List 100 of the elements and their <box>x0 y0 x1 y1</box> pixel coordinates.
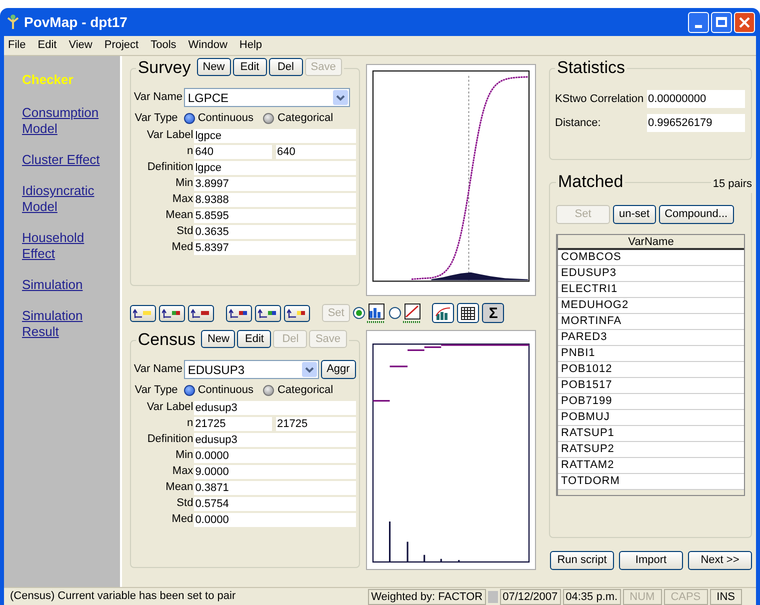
sidebar-link[interactable]: Simulation <box>22 277 108 293</box>
list-row[interactable]: PNBI1 <box>558 346 744 362</box>
value-field[interactable]: lgpce <box>194 128 356 142</box>
list-row[interactable]: ELECTRI1 <box>558 282 744 298</box>
value-field[interactable]: 0.996526179 <box>647 114 745 132</box>
value-field[interactable]: 0.00000000 <box>647 90 745 108</box>
value-field[interactable]: 21725 <box>276 416 356 430</box>
menu-item[interactable]: Edit <box>38 37 57 54</box>
var-name-dropdown[interactable]: EDUSUP3 <box>184 360 319 379</box>
matched-button[interactable]: un-set <box>613 204 656 224</box>
sidebar-link[interactable]: Consumption Model <box>22 105 108 137</box>
panel-button[interactable]: New <box>196 58 231 76</box>
pair-count: 15 pairs <box>710 176 752 192</box>
chevron-icon <box>332 90 348 105</box>
toolbar-button[interactable] <box>254 304 281 322</box>
var-name-dropdown[interactable]: LGPCE <box>184 88 350 107</box>
menu-item[interactable]: Help <box>239 37 262 54</box>
field-label: Var Type <box>134 111 179 126</box>
value-field[interactable]: edusup3 <box>194 400 356 414</box>
value-field[interactable]: 5.8397 <box>194 240 356 254</box>
radio-button[interactable] <box>184 112 195 124</box>
sidebar-link[interactable]: Idiosyncratic Model <box>22 183 108 215</box>
menu-item[interactable]: Tools <box>150 37 176 54</box>
radio-button[interactable] <box>263 112 274 124</box>
menu-item[interactable]: File <box>8 37 26 54</box>
matched-button[interactable]: Compound... <box>658 204 734 224</box>
value-field[interactable]: 0.5754 <box>194 496 356 510</box>
value-field[interactable]: 9.0000 <box>194 464 356 478</box>
field-label: Var Label <box>146 128 194 144</box>
value-field[interactable]: 21725 <box>194 416 272 430</box>
field-label: Mean <box>164 480 194 496</box>
radio-button[interactable] <box>263 384 274 396</box>
close-button[interactable] <box>734 12 755 32</box>
status-time: 04:35 p.m. <box>562 588 621 604</box>
field-label: Mean <box>164 208 194 224</box>
arrow-squares-icon <box>162 308 182 318</box>
menu-item[interactable]: Window <box>188 37 228 54</box>
value-field[interactable]: 640 <box>276 144 356 158</box>
chart-button[interactable] <box>432 303 454 323</box>
list-row[interactable]: COMBCOS <box>558 250 744 266</box>
list-row[interactable]: RATSUP2 <box>558 442 744 458</box>
field-label: Max <box>171 192 194 208</box>
status-message: (Census) Current variable has been set to pair <box>9 589 237 604</box>
sum-button[interactable]: Σ <box>482 303 504 323</box>
action-button[interactable]: Next >> <box>688 551 752 570</box>
value-field[interactable]: 0.3635 <box>194 224 356 238</box>
value-field[interactable]: 0.0000 <box>194 512 356 526</box>
field-label: Min <box>174 176 194 192</box>
list-row[interactable]: PARED3 <box>558 330 744 346</box>
menu-item[interactable]: Project <box>104 37 139 54</box>
aggr-button[interactable]: Aggr <box>320 360 356 379</box>
list-row[interactable]: POBMUJ <box>558 410 744 426</box>
list-row[interactable]: MEDUHOG2 <box>558 298 744 314</box>
field-label: Med <box>170 512 194 528</box>
close-icon <box>739 16 750 28</box>
menu-item[interactable]: View <box>68 37 92 54</box>
value-field[interactable]: edusup3 <box>194 432 356 446</box>
app-icon <box>6 14 20 30</box>
radio-button[interactable] <box>184 384 195 396</box>
value-field[interactable]: 0.3871 <box>194 480 356 494</box>
radio-button[interactable] <box>353 307 366 319</box>
list-row[interactable]: POB1012 <box>558 362 744 378</box>
sidebar-link[interactable]: Simulation Result <box>22 308 108 340</box>
toolbar-button[interactable] <box>188 304 214 322</box>
action-button[interactable]: Import <box>619 551 683 570</box>
panel-button[interactable]: Edit <box>232 58 267 76</box>
maximize-button[interactable] <box>711 12 732 32</box>
table-button[interactable] <box>457 303 480 323</box>
list-row[interactable]: RATSUP1 <box>558 426 744 442</box>
radio-label: Categorical <box>277 111 334 126</box>
arrow-squares-icon <box>132 308 153 318</box>
toolbar-button[interactable] <box>130 304 156 322</box>
list-row[interactable]: EDUSUP3 <box>558 266 744 282</box>
sidebar-link[interactable]: Cluster Effect <box>22 152 108 168</box>
column-header[interactable]: VarName <box>558 234 744 250</box>
value-field[interactable]: 5.8595 <box>194 208 356 222</box>
value-field[interactable]: 8.9388 <box>194 192 356 206</box>
list-row[interactable]: MORTINFA <box>558 314 744 330</box>
list-row[interactable]: RATTAM2 <box>558 458 744 474</box>
histogram-icon <box>366 303 386 323</box>
value-field[interactable]: 640 <box>194 144 272 158</box>
list-row[interactable]: POB1517 <box>558 378 744 394</box>
field-label: Definition <box>146 432 194 448</box>
radio-button[interactable] <box>389 307 402 319</box>
value-field[interactable]: 0.0000 <box>194 448 356 462</box>
list-row[interactable]: POB7199 <box>558 394 744 410</box>
status-weight: Weighted by: FACTOR <box>368 588 486 604</box>
toolbar-button[interactable] <box>284 304 310 322</box>
action-button[interactable]: Run script <box>550 551 614 570</box>
value-field[interactable]: lgpce <box>194 160 356 174</box>
minimize-button[interactable] <box>688 12 709 32</box>
field-label: Var Name <box>134 362 184 378</box>
panel-button[interactable]: Edit <box>237 330 272 348</box>
toolbar-button[interactable] <box>158 304 185 322</box>
panel-button[interactable]: New <box>201 330 236 348</box>
list-row[interactable]: TOTDORM <box>558 474 744 490</box>
value-field[interactable]: 3.8997 <box>194 176 356 190</box>
panel-button[interactable]: Del <box>268 58 303 76</box>
toolbar-button[interactable] <box>226 304 252 322</box>
sidebar-link[interactable]: Household Effect <box>22 230 108 262</box>
